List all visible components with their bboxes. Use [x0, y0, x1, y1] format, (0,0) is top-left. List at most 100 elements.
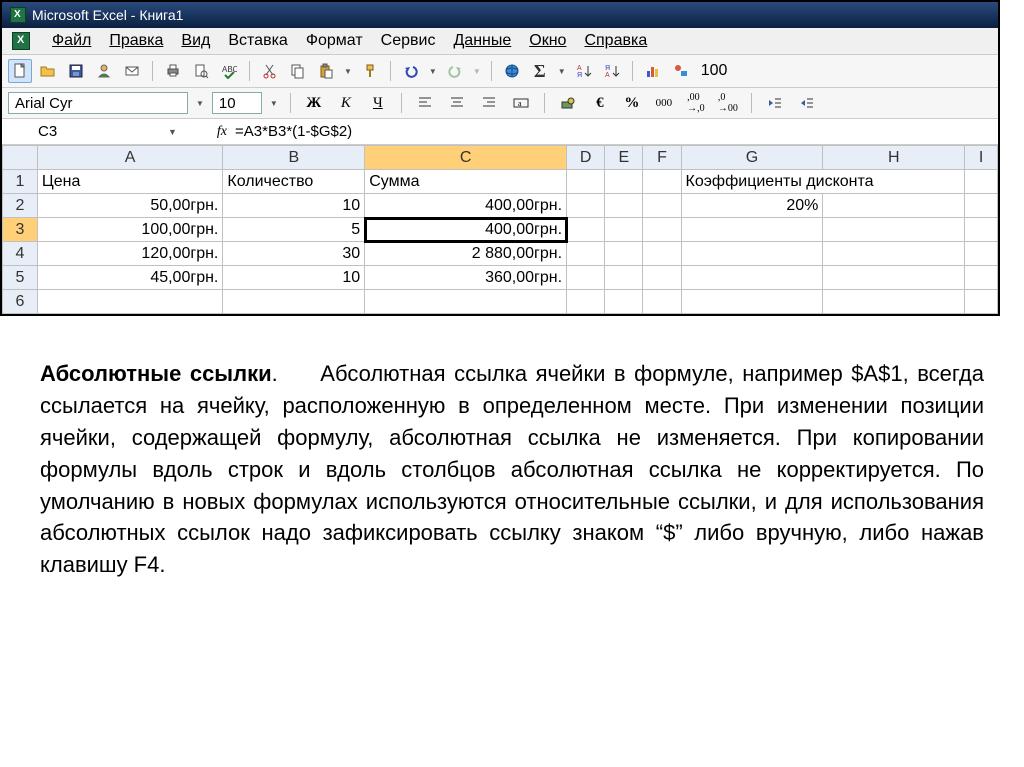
- row-header-3[interactable]: 3: [3, 218, 38, 242]
- comma-button[interactable]: 000: [651, 92, 677, 114]
- menu-format[interactable]: Формат: [306, 32, 363, 50]
- select-all-button[interactable]: [3, 146, 38, 170]
- copy-icon[interactable]: [286, 59, 310, 83]
- menu-help[interactable]: Справка: [584, 32, 647, 50]
- cell[interactable]: Сумма: [365, 170, 567, 194]
- cell[interactable]: [605, 242, 643, 266]
- redo-icon[interactable]: [443, 59, 467, 83]
- menu-data[interactable]: Данные: [453, 32, 511, 50]
- cell[interactable]: [823, 266, 965, 290]
- align-right-icon[interactable]: [476, 92, 502, 114]
- cell[interactable]: [567, 266, 605, 290]
- col-header-E[interactable]: E: [605, 146, 643, 170]
- paste-icon[interactable]: [314, 59, 338, 83]
- cell[interactable]: [643, 170, 681, 194]
- font-dropdown-icon[interactable]: ▼: [194, 99, 206, 108]
- cell[interactable]: [605, 170, 643, 194]
- cell[interactable]: [681, 218, 823, 242]
- align-center-icon[interactable]: [444, 92, 470, 114]
- cell[interactable]: [605, 266, 643, 290]
- cell[interactable]: [605, 290, 643, 314]
- cell[interactable]: [681, 290, 823, 314]
- formula-input[interactable]: =A3*B3*(1-$G$2): [235, 123, 992, 140]
- cell[interactable]: Коэффициенты дисконта: [681, 170, 965, 194]
- col-header-F[interactable]: F: [643, 146, 681, 170]
- col-header-A[interactable]: A: [37, 146, 222, 170]
- cell[interactable]: [965, 266, 998, 290]
- permissions-icon[interactable]: [92, 59, 116, 83]
- format-painter-icon[interactable]: [358, 59, 382, 83]
- align-left-icon[interactable]: [412, 92, 438, 114]
- cell[interactable]: 400,00грн.: [365, 194, 567, 218]
- row-header-1[interactable]: 1: [3, 170, 38, 194]
- cell[interactable]: [643, 266, 681, 290]
- new-icon[interactable]: [8, 59, 32, 83]
- euro-button[interactable]: €: [587, 92, 613, 114]
- currency-icon[interactable]: [555, 92, 581, 114]
- cell[interactable]: [223, 290, 365, 314]
- print-preview-icon[interactable]: [189, 59, 213, 83]
- cell[interactable]: 120,00грн.: [37, 242, 222, 266]
- cell[interactable]: [567, 242, 605, 266]
- save-icon[interactable]: [64, 59, 88, 83]
- cell[interactable]: 360,00грн.: [365, 266, 567, 290]
- cell[interactable]: 45,00грн.: [37, 266, 222, 290]
- merge-center-icon[interactable]: a: [508, 92, 534, 114]
- sort-desc-icon[interactable]: ЯА: [600, 59, 624, 83]
- cell[interactable]: [965, 242, 998, 266]
- spelling-icon[interactable]: ABC: [217, 59, 241, 83]
- cell[interactable]: 20%: [681, 194, 823, 218]
- chart-icon[interactable]: [641, 59, 665, 83]
- cell[interactable]: [365, 290, 567, 314]
- cell[interactable]: [823, 218, 965, 242]
- cell[interactable]: 10: [223, 266, 365, 290]
- undo-icon[interactable]: [399, 59, 423, 83]
- mail-icon[interactable]: [120, 59, 144, 83]
- cell[interactable]: [643, 218, 681, 242]
- cell[interactable]: 100,00грн.: [37, 218, 222, 242]
- cell[interactable]: [605, 218, 643, 242]
- font-size-combo[interactable]: 10: [212, 92, 262, 114]
- cell[interactable]: 10: [223, 194, 365, 218]
- row-header-6[interactable]: 6: [3, 290, 38, 314]
- row-header-2[interactable]: 2: [3, 194, 38, 218]
- cell[interactable]: [965, 290, 998, 314]
- bold-button[interactable]: Ж: [301, 92, 327, 114]
- decrease-indent-icon[interactable]: [762, 92, 788, 114]
- cell[interactable]: 30: [223, 242, 365, 266]
- cell[interactable]: [37, 290, 222, 314]
- col-header-G[interactable]: G: [681, 146, 823, 170]
- print-icon[interactable]: [161, 59, 185, 83]
- zoom-value[interactable]: 100: [697, 62, 728, 80]
- redo-dropdown-icon[interactable]: ▼: [471, 67, 483, 76]
- cell[interactable]: [567, 170, 605, 194]
- cell[interactable]: [567, 218, 605, 242]
- col-header-D[interactable]: D: [567, 146, 605, 170]
- spreadsheet-grid[interactable]: A B C D E F G H I 1 Цена Количество Сумм…: [2, 145, 998, 314]
- name-box[interactable]: C3: [8, 123, 138, 140]
- size-dropdown-icon[interactable]: ▼: [268, 99, 280, 108]
- cell[interactable]: [567, 194, 605, 218]
- underline-button[interactable]: Ч: [365, 92, 391, 114]
- menu-window[interactable]: Окно: [529, 32, 566, 50]
- col-header-B[interactable]: B: [223, 146, 365, 170]
- cell[interactable]: [965, 194, 998, 218]
- autosum-dropdown-icon[interactable]: ▼: [556, 67, 568, 76]
- hyperlink-icon[interactable]: [500, 59, 524, 83]
- cell[interactable]: [643, 290, 681, 314]
- undo-dropdown-icon[interactable]: ▼: [427, 67, 439, 76]
- cell[interactable]: [643, 242, 681, 266]
- menu-insert[interactable]: Вставка: [228, 32, 287, 50]
- col-header-H[interactable]: H: [823, 146, 965, 170]
- drawing-icon[interactable]: [669, 59, 693, 83]
- cell[interactable]: [681, 242, 823, 266]
- menu-file[interactable]: Файл: [52, 32, 91, 50]
- cell[interactable]: [823, 290, 965, 314]
- cell[interactable]: Цена: [37, 170, 222, 194]
- increase-decimal-icon[interactable]: ,00→,0: [683, 92, 709, 114]
- autosum-icon[interactable]: Σ: [528, 59, 552, 83]
- menu-view[interactable]: Вид: [181, 32, 210, 50]
- cell[interactable]: 5: [223, 218, 365, 242]
- cell[interactable]: [823, 242, 965, 266]
- name-box-dropdown-icon[interactable]: ▼: [168, 127, 177, 137]
